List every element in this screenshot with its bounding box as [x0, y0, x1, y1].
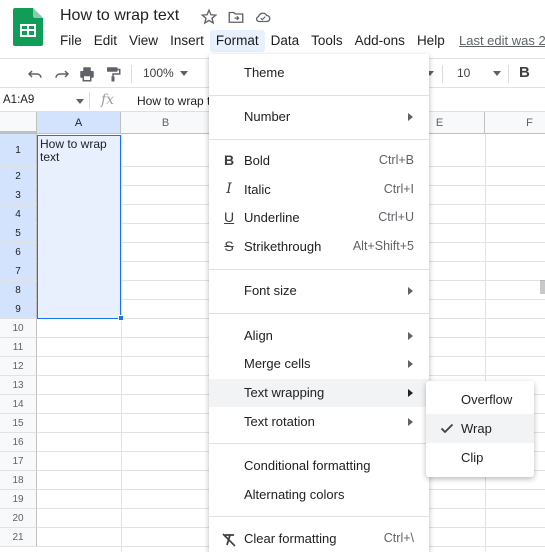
- menu-bar: File Edit View Insert Format Data Tools …: [54, 30, 451, 52]
- row-header-15[interactable]: 15: [0, 414, 37, 433]
- format-menu: Theme Number B Bold Ctrl+B I Italic Ctrl…: [209, 54, 429, 552]
- wrap-option-overflow[interactable]: Overflow: [426, 385, 534, 414]
- menu-file[interactable]: File: [54, 30, 88, 52]
- row-header-1[interactable]: 1: [0, 134, 37, 167]
- redo-icon[interactable]: [53, 65, 71, 83]
- menu-add-ons[interactable]: Add-ons: [349, 30, 411, 52]
- italic-icon: I: [226, 181, 232, 197]
- row-header-18[interactable]: 18: [0, 471, 37, 490]
- font-size-dropdown-arrow-icon[interactable]: [493, 71, 501, 76]
- row-header-10[interactable]: 10: [0, 319, 37, 338]
- toolbar-divider: [442, 65, 443, 83]
- menu-tools[interactable]: Tools: [305, 30, 349, 52]
- row-header-9[interactable]: 9: [0, 300, 37, 319]
- menu-item-bold[interactable]: B Bold Ctrl+B: [209, 147, 429, 175]
- menu-item-text-rotation[interactable]: Text rotation: [209, 408, 429, 436]
- select-all-corner[interactable]: [0, 112, 37, 134]
- row-header-21[interactable]: 21: [0, 528, 37, 547]
- submenu-arrow-icon: [408, 418, 413, 426]
- menu-item-font-size[interactable]: Font size: [209, 277, 429, 305]
- menu-data[interactable]: Data: [265, 30, 306, 52]
- move-to-folder-icon[interactable]: [227, 8, 245, 26]
- toolbar-divider: [131, 65, 132, 83]
- wrap-option-wrap[interactable]: Wrap: [426, 414, 534, 443]
- bold-icon: B: [223, 152, 235, 168]
- row-header-5[interactable]: 5: [0, 224, 37, 243]
- name-box[interactable]: A1:A9: [3, 94, 34, 106]
- wrap-option-clip[interactable]: Clip: [426, 443, 534, 472]
- document-title[interactable]: How to wrap text: [60, 7, 179, 25]
- menu-divider: [209, 269, 429, 270]
- menu-item-merge-cells[interactable]: Merge cells: [209, 350, 429, 378]
- row-header-13[interactable]: 13: [0, 376, 37, 395]
- submenu-arrow-icon: [408, 113, 413, 121]
- row-header-11[interactable]: 11: [0, 338, 37, 357]
- clear-formatting-icon: [222, 533, 236, 547]
- row-header-14[interactable]: 14: [0, 395, 37, 414]
- menu-item-alternating-colors[interactable]: Alternating colors: [209, 481, 429, 509]
- menu-divider: [209, 313, 429, 314]
- row-header-19[interactable]: 19: [0, 490, 37, 509]
- menu-item-number[interactable]: Number: [209, 103, 429, 131]
- column-header-f[interactable]: F: [485, 112, 545, 134]
- row-header-20[interactable]: 20: [0, 509, 37, 528]
- menu-divider: [209, 516, 429, 517]
- zoom-select[interactable]: 100%: [143, 66, 174, 80]
- menu-help[interactable]: Help: [411, 30, 451, 52]
- column-header-a[interactable]: A: [37, 112, 121, 134]
- menu-insert[interactable]: Insert: [164, 30, 210, 52]
- menu-item-align[interactable]: Align: [209, 322, 429, 350]
- formula-input[interactable]: How to wrap t: [137, 94, 210, 108]
- undo-icon[interactable]: [26, 65, 44, 83]
- cloud-status-icon[interactable]: [254, 8, 272, 26]
- menu-divider: [209, 95, 429, 96]
- font-size-select[interactable]: 10: [457, 66, 470, 80]
- name-box-dropdown-icon[interactable]: [76, 99, 84, 104]
- bold-button[interactable]: B: [519, 64, 530, 81]
- menu-view[interactable]: View: [123, 30, 164, 52]
- submenu-arrow-icon: [408, 287, 413, 295]
- paint-format-icon[interactable]: [104, 65, 122, 83]
- submenu-arrow-icon: [408, 360, 413, 368]
- fill-handle[interactable]: [118, 315, 124, 321]
- menu-item-clear-formatting[interactable]: Clear formatting Ctrl+\: [209, 525, 429, 552]
- checkmark-icon: [440, 423, 454, 434]
- row-header-3[interactable]: 3: [0, 186, 37, 205]
- row-header-16[interactable]: 16: [0, 433, 37, 452]
- row-header-7[interactable]: 7: [0, 262, 37, 281]
- cell-a1[interactable]: How to wrap text: [40, 138, 118, 164]
- menu-item-conditional-formatting[interactable]: Conditional formatting: [209, 452, 429, 480]
- underline-icon: U: [223, 209, 235, 225]
- column-header-b[interactable]: B: [121, 112, 211, 134]
- last-edit-link[interactable]: Last edit was 2: [459, 33, 545, 48]
- print-icon[interactable]: [78, 65, 96, 83]
- star-icon[interactable]: [200, 8, 218, 26]
- submenu-arrow-icon: [408, 389, 413, 397]
- row-header-12[interactable]: 12: [0, 357, 37, 376]
- row-header-17[interactable]: 17: [0, 452, 37, 471]
- zoom-dropdown-arrow-icon[interactable]: [180, 71, 188, 76]
- menu-item-theme[interactable]: Theme: [209, 59, 429, 87]
- menu-divider: [209, 139, 429, 140]
- side-panel-edge: [540, 280, 545, 294]
- menu-item-strikethrough[interactable]: S Strikethrough Alt+Shift+5: [209, 233, 429, 261]
- sheets-logo[interactable]: [13, 8, 43, 46]
- row-header-4[interactable]: 4: [0, 205, 37, 224]
- menu-item-text-wrapping[interactable]: Text wrapping: [209, 379, 429, 407]
- toolbar-divider: [508, 65, 509, 83]
- strikethrough-icon: S: [224, 238, 234, 254]
- row-header-2[interactable]: 2: [0, 167, 37, 186]
- menu-item-italic[interactable]: I Italic Ctrl+I: [209, 176, 429, 204]
- fx-icon: fx: [101, 92, 115, 108]
- text-wrapping-submenu: Overflow Wrap Clip: [426, 381, 534, 477]
- row-header-8[interactable]: 8: [0, 281, 37, 300]
- submenu-arrow-icon: [408, 332, 413, 340]
- menu-format[interactable]: Format: [209, 30, 265, 52]
- menu-edit[interactable]: Edit: [88, 30, 123, 52]
- row-header-6[interactable]: 6: [0, 243, 37, 262]
- formula-divider: [89, 92, 90, 109]
- menu-item-underline[interactable]: U Underline Ctrl+U: [209, 204, 429, 232]
- menu-divider: [209, 443, 429, 444]
